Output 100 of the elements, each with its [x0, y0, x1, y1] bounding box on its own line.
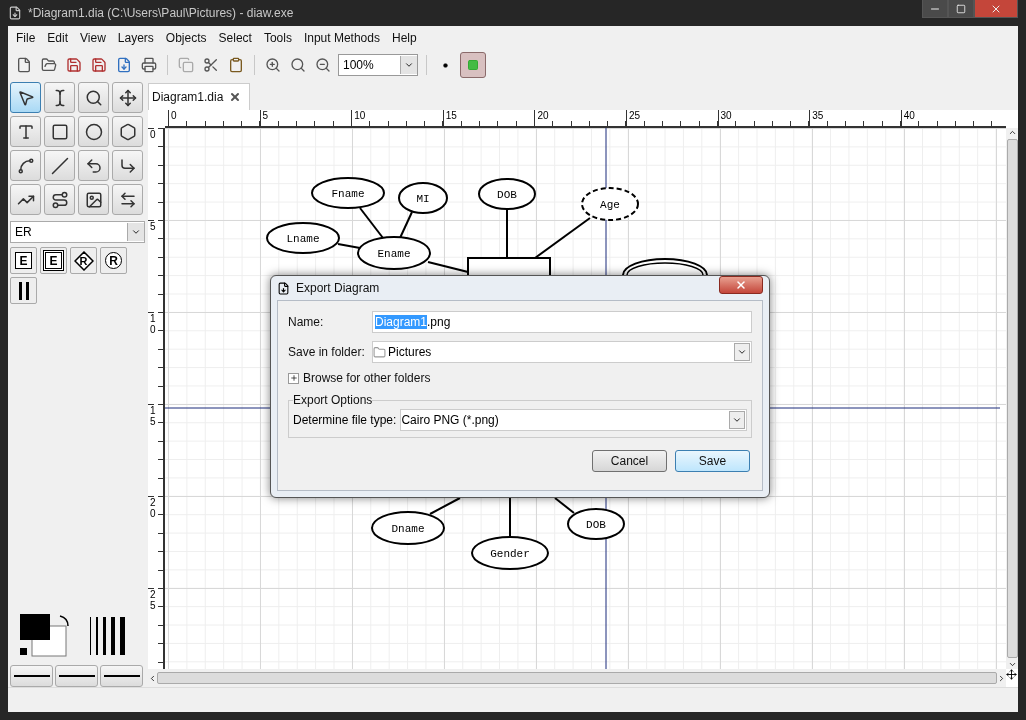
tool-button[interactable] [112, 82, 143, 113]
scroll-right-icon[interactable] [997, 673, 1006, 683]
browse-expander[interactable]: Browse for other folders [303, 371, 431, 385]
dot-icon [442, 62, 448, 68]
tool-button[interactable] [112, 150, 143, 181]
line-width-icon [90, 617, 126, 655]
folder-dropdown[interactable]: Pictures [372, 341, 752, 363]
image-icon [84, 190, 103, 209]
save-as-icon[interactable] [89, 55, 109, 75]
tool-button[interactable] [44, 116, 75, 147]
maximize-icon [956, 3, 966, 14]
tool-button[interactable] [112, 184, 143, 215]
tool-button[interactable] [44, 82, 75, 113]
folder-icon [373, 345, 386, 359]
ruler-label: 15 [148, 404, 154, 496]
arc-icon [84, 156, 103, 175]
save-icon[interactable] [64, 55, 84, 75]
dialog-title: Export Diagram [296, 281, 380, 295]
menu-item[interactable]: Tools [257, 31, 298, 45]
folder-name: Pictures [388, 345, 432, 359]
menu-item[interactable]: Edit [41, 31, 75, 45]
line-icon [103, 675, 140, 677]
line-icon [58, 675, 95, 677]
line-style-button[interactable] [10, 665, 53, 687]
group-title: Export Options [293, 393, 373, 407]
spline-icon [16, 156, 35, 175]
connector-line [337, 243, 361, 249]
dropdown-icon [737, 347, 747, 357]
tool-button[interactable] [10, 184, 41, 215]
square-icon [467, 59, 479, 71]
ruler-label: 5 [148, 220, 154, 312]
document-tab[interactable]: Diagram1.dia [148, 83, 251, 110]
scroll-up-icon[interactable] [1007, 128, 1017, 137]
close-button[interactable] [719, 276, 763, 294]
menu-item[interactable]: Help [386, 31, 423, 45]
ruler-label: 40 [900, 110, 993, 126]
tool-button[interactable] [78, 116, 109, 147]
tool-button[interactable] [10, 82, 41, 113]
layer-button[interactable] [460, 52, 486, 78]
scroll-down-icon[interactable] [1007, 660, 1017, 669]
dialog-button[interactable]: Cancel [592, 450, 667, 472]
menu-item[interactable]: Input Methods [297, 31, 386, 45]
attribute-node: Fname [311, 177, 385, 209]
line-icon [13, 675, 50, 677]
connector-line [427, 261, 469, 273]
shape-button[interactable]: R [70, 247, 97, 274]
scrollbar-thumb[interactable] [157, 672, 997, 684]
ruler-label: 25 [625, 110, 718, 126]
expand-icon[interactable] [288, 372, 299, 384]
pointer-icon [16, 88, 35, 107]
move-icon [118, 88, 137, 107]
sheet-dropdown[interactable]: ER [10, 221, 145, 243]
route-icon [50, 190, 69, 209]
derived-attribute-node: Age [581, 187, 639, 221]
line-style-button[interactable] [100, 665, 143, 687]
tool-button[interactable] [112, 116, 143, 147]
scroll-left-icon[interactable] [148, 673, 157, 683]
window-title: *Diagram1.dia (C:\Users\Paul\Pictures) - diaw.exe [28, 6, 294, 20]
tool-button[interactable] [44, 184, 75, 215]
color-swatches-icon [20, 614, 70, 658]
name-label: Name: [288, 315, 325, 329]
maximize-button[interactable] [948, 0, 974, 18]
minimize-button[interactable] [922, 0, 948, 18]
name-field[interactable]: Diagram1.png [372, 311, 752, 333]
horizontal-scrollbar[interactable] [148, 669, 1006, 687]
menu-item[interactable]: File [10, 31, 42, 45]
tool-button[interactable] [78, 150, 109, 181]
menu-item[interactable]: Layers [111, 31, 160, 45]
ruler-label: 0 [168, 110, 260, 126]
move-icon[interactable] [1006, 669, 1017, 680]
folder-label: Save in folder: [288, 345, 366, 359]
tool-button[interactable] [10, 116, 41, 147]
menu-item[interactable]: Objects [159, 31, 213, 45]
hexagon-icon [118, 122, 137, 141]
ruler-label: 20 [148, 496, 154, 588]
shape-button[interactable]: E [10, 247, 37, 274]
tool-button[interactable] [78, 184, 109, 215]
tool-button[interactable] [10, 150, 41, 181]
attribute-node: Ename [357, 236, 431, 270]
tool-button[interactable] [78, 82, 109, 113]
menu-item[interactable]: Select [212, 31, 258, 45]
close-icon[interactable] [229, 91, 242, 103]
line-style-button[interactable] [55, 665, 98, 687]
double-bar-icon [18, 281, 29, 300]
shape-button[interactable]: R [100, 247, 127, 274]
print-icon[interactable] [139, 55, 159, 75]
line-icon [50, 156, 69, 175]
ruler-label: 10 [351, 110, 443, 126]
ruler-label: 0 [148, 128, 154, 220]
menu-item[interactable]: View [74, 31, 112, 45]
file-type-dropdown[interactable]: Cairo PNG (*.png) [400, 409, 747, 431]
connector-line [554, 497, 575, 514]
circle-icon [84, 122, 103, 141]
shape-button[interactable] [10, 277, 37, 304]
shape-button[interactable]: E [40, 247, 67, 274]
zoom-combo[interactable]: 100% [338, 54, 418, 76]
dialog-button[interactable]: Save [675, 450, 750, 472]
ruler-label: 10 [148, 312, 154, 404]
dropdown-icon [732, 415, 742, 425]
ruler-label: 5 [259, 110, 352, 126]
